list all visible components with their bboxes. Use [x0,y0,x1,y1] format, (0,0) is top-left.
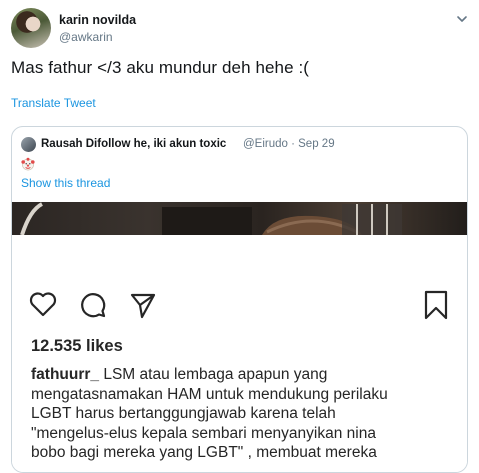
caption-line-4: "mengelus-elus kepala sembari menyanyika… [31,424,376,442]
tweet-header: karin novilda @awkarin [11,8,469,50]
caption-line-1: fathuurr_ LSM atau lembaga apapun yang [31,366,328,383]
quoted-image[interactable]: 12.535 likes fathuurr_ LSM atau lembaga … [12,202,467,472]
instagram-action-bar [12,290,467,322]
quoted-author-name: Rausah Difollow he, iki akun toxic [41,138,227,150]
author-handle[interactable]: @awkarin [59,30,113,44]
quoted-author-meta: @Eirudo · Sep 29 [243,138,335,150]
caption-line-2: mengatasnamakan HAM untuk mendukung peri… [31,385,388,403]
bookmark-icon[interactable] [423,290,449,320]
photo-preview [12,202,467,235]
translate-tweet-link[interactable]: Translate Tweet [11,96,96,110]
caption-username: fathuurr_ [31,366,100,383]
chevron-down-icon[interactable] [455,12,469,26]
comment-icon[interactable] [79,291,107,319]
clown-face-icon [21,157,35,171]
heart-icon[interactable] [29,291,57,317]
post-caption: fathuurr_ LSM atau lembaga apapun yang m… [31,365,451,463]
share-icon[interactable] [129,291,157,319]
show-thread-link[interactable]: Show this thread [21,176,110,190]
quoted-author-avatar [21,137,36,152]
author-avatar[interactable] [11,8,51,48]
caption-line-5: bobo bagi mereka yang LGBT" , membuat me… [31,444,377,461]
likes-count: 12.535 likes [31,337,123,355]
author-name[interactable]: karin novilda [59,13,136,27]
tweet-text: Mas fathur </3 aku mundur deh hehe :( [11,58,310,77]
caption-line-3: LGBT harus bertanggungjawab karena telah [31,405,336,422]
quoted-tweet-card[interactable]: Rausah Difollow he, iki akun toxic @Eiru… [11,126,468,473]
